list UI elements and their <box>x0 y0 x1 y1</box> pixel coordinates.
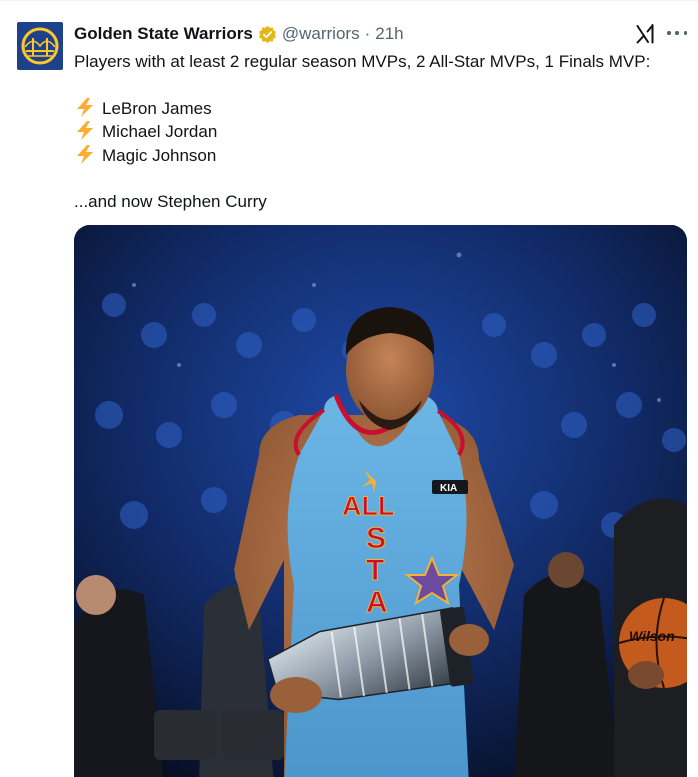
player-list-item: Magic Johnson <box>74 144 684 168</box>
tweet-outro: ...and now Stephen Curry <box>74 192 267 211</box>
tweet-card[interactable]: Golden State Warriors @warriors · 21h Pl… <box>0 0 698 777</box>
lightning-bolt-icon <box>77 144 93 164</box>
svg-text:A: A <box>366 586 388 619</box>
player-name: Magic Johnson <box>102 145 217 165</box>
svg-text:KIA: KIA <box>440 483 457 494</box>
player-list-item: Michael Jordan <box>74 120 684 144</box>
author-handle[interactable]: @warriors <box>282 23 360 45</box>
header-separator: · <box>364 24 371 43</box>
more-options-icon[interactable] <box>667 21 687 45</box>
author-display-name[interactable]: Golden State Warriors <box>74 23 253 45</box>
svg-text:Wilson: Wilson <box>629 628 675 644</box>
tweet-media-video[interactable]: ALL S T A KIA Wilson <box>74 225 687 777</box>
tweet-text: Players with at least 2 regular season M… <box>74 50 684 214</box>
author-avatar[interactable] <box>17 22 63 70</box>
grok-icon[interactable] <box>634 22 658 46</box>
curry-allstar-mvp-photo: ALL S T A KIA Wilson <box>74 225 687 777</box>
tweet-intro: Players with at least 2 regular season M… <box>74 52 651 71</box>
tweet-header: Golden State Warriors @warriors · 21h <box>74 23 404 45</box>
verified-badge-icon[interactable] <box>258 25 277 44</box>
player-list-item: LeBron James <box>74 97 684 121</box>
lightning-bolt-icon <box>77 97 93 117</box>
tweet-timestamp[interactable]: 21h <box>375 23 403 45</box>
lightning-bolt-icon <box>77 121 93 140</box>
svg-text:S: S <box>366 522 386 555</box>
player-name: LeBron James <box>102 98 212 118</box>
warriors-bridge-logo-icon <box>21 27 59 65</box>
player-name: Michael Jordan <box>102 122 218 141</box>
svg-text:ALL: ALL <box>342 491 394 521</box>
svg-text:T: T <box>366 554 384 587</box>
